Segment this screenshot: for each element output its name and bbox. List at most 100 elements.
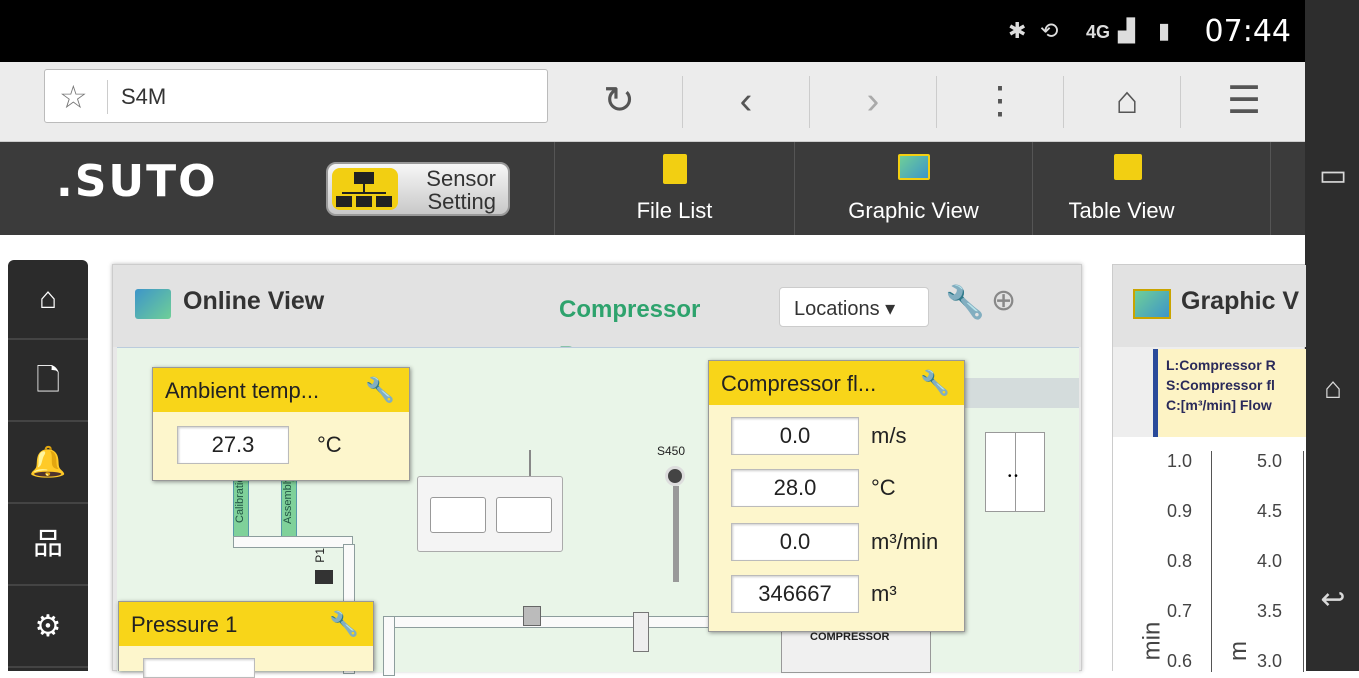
sensor-unit: m³ [871,581,897,606]
left-tick: 1.0 [1167,451,1193,471]
right-tick: 3.0 [1257,651,1283,671]
chart-legend: L:Compressor R S:Compressor fl C:[m³/min… [1153,349,1306,437]
left-tick: 0.9 [1167,501,1193,521]
sensor-card-ambient[interactable]: Ambient temp... 🔧 27.3 °C [152,367,410,481]
sensor-network-icon [332,168,398,210]
online-view-icon [135,289,171,319]
back-icon[interactable]: ↩ [1311,582,1355,622]
sensor-value: 0.0 [731,417,859,455]
zoom-in-icon[interactable]: ⊕ [991,283,1016,318]
sensor-value: 27.3 [177,426,289,464]
sensor-unit: °C [871,475,896,500]
left-sidebar: ⌂ 🗋 🔔 品 ⚙ [8,260,88,671]
left-axis [1211,451,1212,672]
right-tick: 4.5 [1257,501,1283,521]
url-bar[interactable]: ☆ S4M [44,69,548,123]
alarm-bell-icon[interactable]: 🔔 [8,424,88,504]
display-unit [417,476,563,552]
divider [107,80,108,114]
legend-item: L:Compressor R [1166,357,1276,373]
sensor-value [143,658,255,678]
reload-button[interactable]: ↻ [556,62,682,142]
legend-item: S:Compressor fl [1166,377,1275,393]
bookmark-star-icon[interactable]: ☆ [59,78,88,116]
bookmarks-button[interactable]: ☰ [1181,62,1307,142]
sensor-setting-button[interactable]: Sensor Setting [326,162,510,216]
clock: 07:44 [1204,14,1291,49]
forward-button[interactable]: › [810,62,936,142]
divider [1270,142,1271,235]
url-text[interactable]: S4M [121,84,166,110]
settings-gear-icon[interactable]: ⚙ [8,588,88,668]
app-toolbar: .SUTO Sensor Setting File List Graphic V… [0,142,1305,235]
wrench-icon[interactable]: 🔧 [945,283,985,321]
home-icon[interactable]: ⌂ [1311,372,1355,412]
android-nav-bar: ▭ ⌂ ↩ [1305,0,1359,671]
left-tick: 0.7 [1167,601,1193,621]
bluetooth-icon: ✱ [1008,18,1027,43]
duct [963,378,1079,408]
pipe [233,536,353,548]
pressure-sensor [315,570,333,584]
file-list-label: File List [636,198,713,223]
left-tick: 0.6 [1167,651,1193,671]
p1-label: P1 [313,548,327,563]
graphic-view-panel-icon [1133,289,1171,319]
sensor-value: 28.0 [731,469,859,507]
right-axis-label: m [1225,641,1252,661]
graphic-view-panel: Graphic V L:Compressor R S:Compressor fl… [1112,264,1306,672]
sensor-unit: °C [317,432,342,457]
right-tick: 3.5 [1257,601,1283,621]
file-list-button[interactable]: File List [554,142,794,235]
screen-rotation-icon: ⟲ [1040,18,1059,43]
compressor-label: COMPRESSOR [810,631,890,643]
right-tick: 4.0 [1257,551,1283,571]
sensor-card-compressor-flow[interactable]: Compressor fl... 🔧 0.0 m/s 28.0 °C 0.0 m… [708,360,965,632]
document-nav-icon[interactable]: 🗋 [8,342,88,422]
recent-apps-icon[interactable]: ▭ [1311,158,1355,198]
probe-shaft [673,486,679,582]
sensor-value: 346667 [731,575,859,613]
right-tick: 5.0 [1257,451,1283,471]
pipe [383,616,395,676]
s450-label: S450 [657,444,686,458]
sensor-value: 0.0 [731,523,859,561]
graphic-view-header: Graphic V [1113,265,1306,347]
network-type: 4G [1086,22,1111,42]
right-axis [1303,451,1304,672]
cabinet: • • [985,432,1045,512]
menu-button[interactable]: ⋮ [937,62,1063,142]
locations-dropdown[interactable]: Locations ▾ [779,287,929,327]
valve [523,606,541,626]
back-button[interactable]: ‹ [683,62,809,142]
battery-icon: ▮ [1158,18,1171,43]
sensor-setting-label-2: Setting [427,189,497,214]
sensor-unit: m/s [871,423,907,448]
signal-icon: ▟ [1118,18,1135,43]
online-view-title: Online View [183,287,325,315]
sensor-unit: m³/min [871,529,939,554]
table-view-label: Table View [1068,198,1175,223]
home-button[interactable]: ⌂ [1064,62,1190,142]
valve [633,612,649,652]
legend-item: C:[m³/min] Flow [1166,397,1272,413]
status-bar: ✱ ⟲ 4G ▟ ▮ 07:44 [0,0,1305,62]
home-nav-icon[interactable]: ⌂ [8,260,88,340]
cable [529,450,531,478]
graphic-view-title: Graphic V [1181,287,1300,315]
online-view-header: Online View Compressor Room Locations ▾ … [113,265,1081,369]
suto-logo: .SUTO [56,156,218,207]
table-view-button[interactable]: Table View [1032,142,1270,235]
sensor-card-pressure-1[interactable]: Pressure 1 🔧 [118,601,374,678]
sensor-config-wrench-icon[interactable]: 🔧 [920,369,950,398]
table-view-icon [1113,154,1142,180]
sensor-config-wrench-icon[interactable]: 🔧 [329,610,359,639]
file-list-icon [662,154,687,184]
sensor-config-wrench-icon[interactable]: 🔧 [365,376,395,405]
browser-toolbar: ☆ S4M ↻ ‹ › ⋮ ⌂ ☰ [0,62,1305,142]
left-tick: 0.8 [1167,551,1193,571]
network-nav-icon[interactable]: 品 [8,506,88,586]
graphic-chart: 1.0 0.9 0.8 0.7 0.6 5.0 4.5 4.0 3.5 3.0 … [1113,437,1306,672]
probe-head [665,466,685,486]
graphic-view-icon [897,154,930,180]
